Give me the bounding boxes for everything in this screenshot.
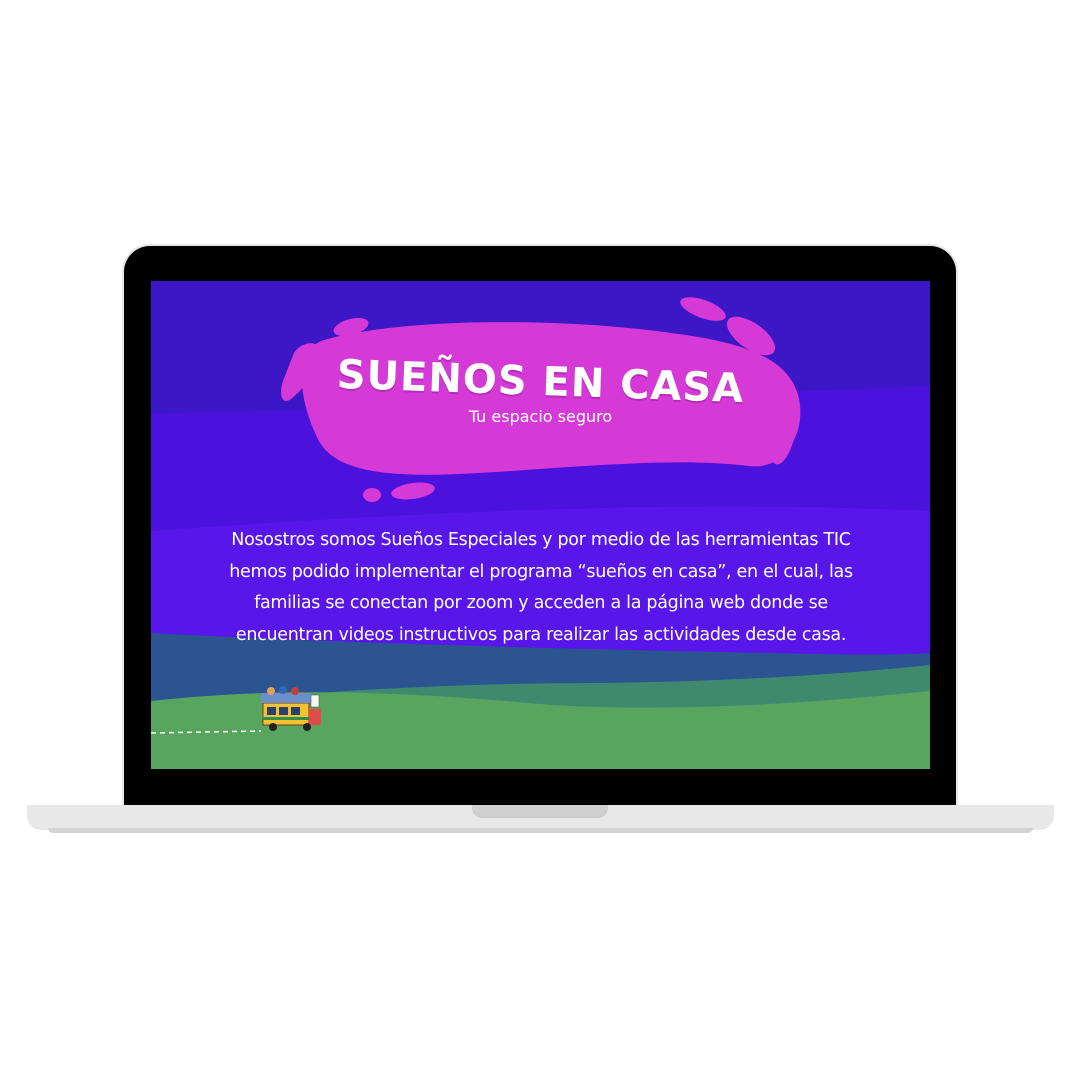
slide-subtitle: Tu espacio seguro (468, 407, 613, 426)
laptop-notch (472, 805, 608, 818)
laptop-base-shadow (48, 828, 1033, 833)
laptop-screen: SUEÑOS EN CASA Tu espacio seguro Nosostr… (151, 281, 930, 769)
slide-body-text: Nosostros somos Sueños Especiales y por … (229, 530, 853, 645)
